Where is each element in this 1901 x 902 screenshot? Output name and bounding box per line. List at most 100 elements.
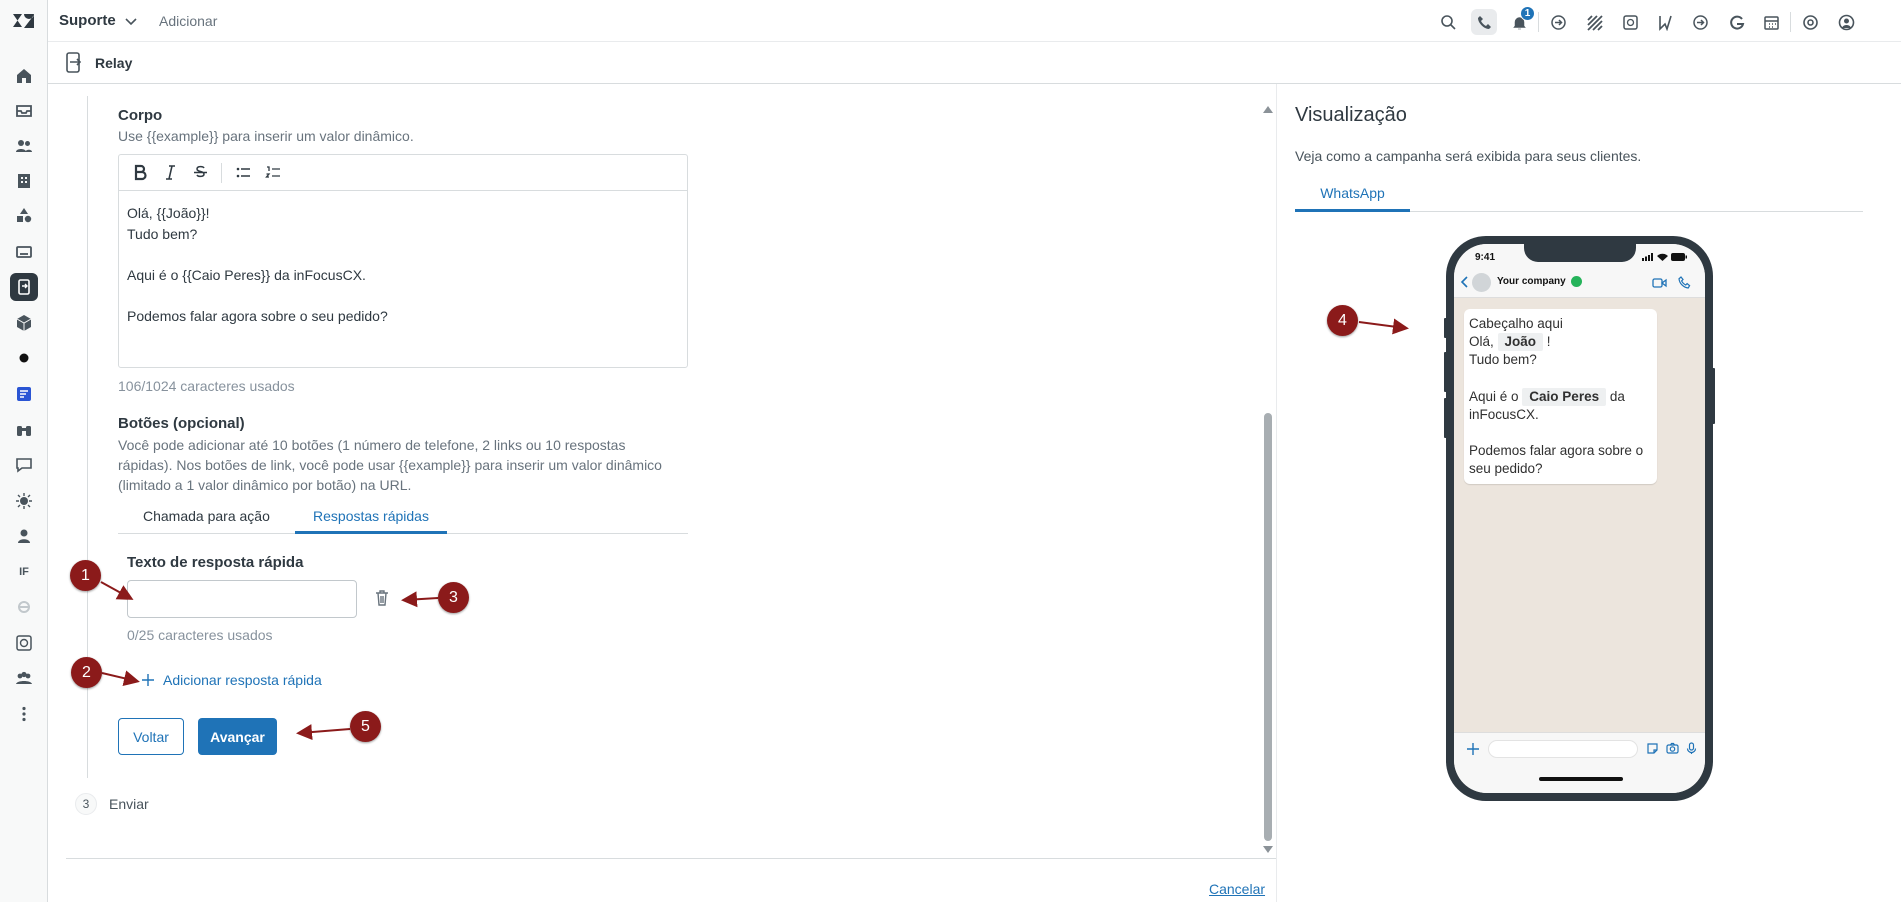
help-icon[interactable] <box>1797 9 1823 35</box>
quick-reply-input[interactable] <box>127 580 357 618</box>
agent-icon[interactable] <box>10 522 38 550</box>
message-line: Olá, João ! <box>1469 333 1651 352</box>
shapes-icon[interactable] <box>10 202 38 230</box>
sun-icon[interactable] <box>10 487 38 515</box>
next-button[interactable]: Avançar <box>198 718 277 755</box>
company-name: Your company <box>1497 276 1566 287</box>
tab-whatsapp[interactable]: WhatsApp <box>1295 182 1410 212</box>
phone-icon[interactable] <box>1471 9 1497 35</box>
team-icon[interactable] <box>10 664 38 692</box>
toolbar-divider <box>221 162 222 183</box>
home-indicator <box>1539 777 1623 781</box>
camera-icon <box>1666 742 1679 754</box>
scrollbar-thumb[interactable] <box>1264 413 1272 841</box>
binoculars-icon[interactable] <box>10 416 38 444</box>
notification-count-badge: 1 <box>1520 6 1535 21</box>
relay-app-icon <box>66 52 82 73</box>
body-editor[interactable]: Olá, {{João}}! Tudo bem? Aqui é o {{Caio… <box>118 154 688 368</box>
scroll-up-arrow-icon[interactable] <box>1263 106 1273 113</box>
whatsapp-app-icon[interactable] <box>1617 9 1643 35</box>
whatsapp-app-icon[interactable] <box>10 629 38 657</box>
annotation-arrow <box>296 724 351 741</box>
variable-chip: João <box>1497 333 1544 352</box>
faded-app-icon[interactable] <box>10 593 38 621</box>
tab-quick-replies[interactable]: Respostas rápidas <box>295 508 447 534</box>
editor-content[interactable]: Olá, {{João}}! Tudo bem? Aqui é o {{Caio… <box>119 191 687 338</box>
customers-icon[interactable] <box>10 132 38 160</box>
preview-tabs: WhatsApp <box>1295 182 1863 212</box>
scroll-down-arrow-icon[interactable] <box>1263 846 1273 853</box>
reports-icon[interactable] <box>10 238 38 266</box>
bold-icon[interactable] <box>127 160 153 186</box>
plus-icon <box>1467 743 1479 755</box>
chat-composer <box>1454 732 1705 793</box>
dot-icon[interactable] <box>10 344 38 372</box>
chat-icon[interactable] <box>10 451 38 479</box>
w-app-icon[interactable] <box>1652 9 1678 35</box>
zendesk-logo-icon[interactable] <box>12 11 34 31</box>
organizations-icon[interactable] <box>10 167 38 195</box>
toolbar-divider <box>1790 12 1791 32</box>
message-bubble: Cabeçalho aqui Olá, João ! Tudo bem? Aqu… <box>1464 309 1657 485</box>
strikethrough-icon[interactable] <box>187 160 213 186</box>
add-quick-reply-button[interactable]: Adicionar resposta rápida <box>141 672 322 688</box>
cancel-link[interactable]: Cancelar <box>1209 881 1265 897</box>
message-text: Olá, <box>1469 334 1498 350</box>
annotation-arrow <box>101 670 140 687</box>
bullet-list-icon[interactable] <box>230 160 256 186</box>
g-app-icon[interactable] <box>1723 9 1749 35</box>
step-send: 3 Enviar <box>75 793 149 815</box>
editor-line: Olá, {{João}}! <box>127 205 210 221</box>
blue-app-icon[interactable] <box>10 380 38 408</box>
inbox-icon[interactable] <box>10 97 38 125</box>
editor-line: Podemos falar agora sobre o seu pedido? <box>127 307 388 324</box>
annotation-marker-3: 3 <box>438 582 469 613</box>
product-switcher[interactable]: Suporte <box>59 12 138 29</box>
annotation-marker-4: 4 <box>1327 305 1358 336</box>
notifications-bell-icon[interactable]: 1 <box>1506 6 1535 35</box>
video-call-icon <box>1652 278 1667 288</box>
numbered-list-icon[interactable] <box>260 160 286 186</box>
if-app-icon[interactable]: IF <box>10 558 38 586</box>
more-vertical-icon[interactable] <box>10 700 38 728</box>
contact-avatar <box>1472 273 1491 292</box>
calendar-app-icon[interactable] <box>1758 9 1784 35</box>
grid-app-icon[interactable] <box>1581 9 1607 35</box>
app-header: Relay <box>48 42 1901 84</box>
chat-body: Cabeçalho aqui Olá, João ! Tudo bem? Aqu… <box>1454 299 1705 732</box>
add-quick-reply-label: Adicionar resposta rápida <box>163 672 322 688</box>
message-line: seu pedido? <box>1469 461 1543 477</box>
phone-call-icon <box>1678 276 1691 289</box>
phone-time: 9:41 <box>1475 252 1496 263</box>
message-text: ! <box>1543 334 1551 350</box>
italic-icon[interactable] <box>157 160 183 186</box>
user-avatar-icon[interactable] <box>1833 9 1859 35</box>
body-hint: Use {{example}} para inserir um valor di… <box>118 128 414 144</box>
annotation-marker-1: 1 <box>70 560 101 591</box>
tab-call-to-action[interactable]: Chamada para ação <box>143 508 270 534</box>
add-link[interactable]: Adicionar <box>159 13 217 29</box>
transfer-app-icon[interactable] <box>1545 9 1571 35</box>
trash-icon[interactable] <box>373 588 391 608</box>
chevron-down-icon <box>125 17 137 25</box>
back-button[interactable]: Voltar <box>118 718 184 755</box>
search-icon[interactable] <box>1435 9 1461 35</box>
footer-divider <box>66 858 1276 859</box>
buttons-label: Botões (opcional) <box>118 415 245 432</box>
annotation-arrow <box>401 591 439 608</box>
forward-app-icon[interactable] <box>1687 9 1713 35</box>
home-icon[interactable] <box>10 62 38 90</box>
phone-screen: 9:41 Your company Cabeçalho aqui Olá, Jo… <box>1454 244 1705 793</box>
chat-header: Your company <box>1454 268 1705 298</box>
product-label: Suporte <box>59 12 116 29</box>
signal-wifi-battery-icon <box>1642 253 1687 261</box>
message-text: da <box>1606 388 1625 404</box>
message-text: Aqui é o <box>1469 388 1523 404</box>
relay-app-icon[interactable] <box>10 273 38 301</box>
app-title: Relay <box>95 55 133 71</box>
buttons-hint-line: Você pode adicionar até 10 botões (1 núm… <box>118 437 626 453</box>
editor-line: Tudo bem? <box>127 225 198 242</box>
cube-icon[interactable] <box>10 309 38 337</box>
toolbar-divider <box>1538 12 1539 32</box>
